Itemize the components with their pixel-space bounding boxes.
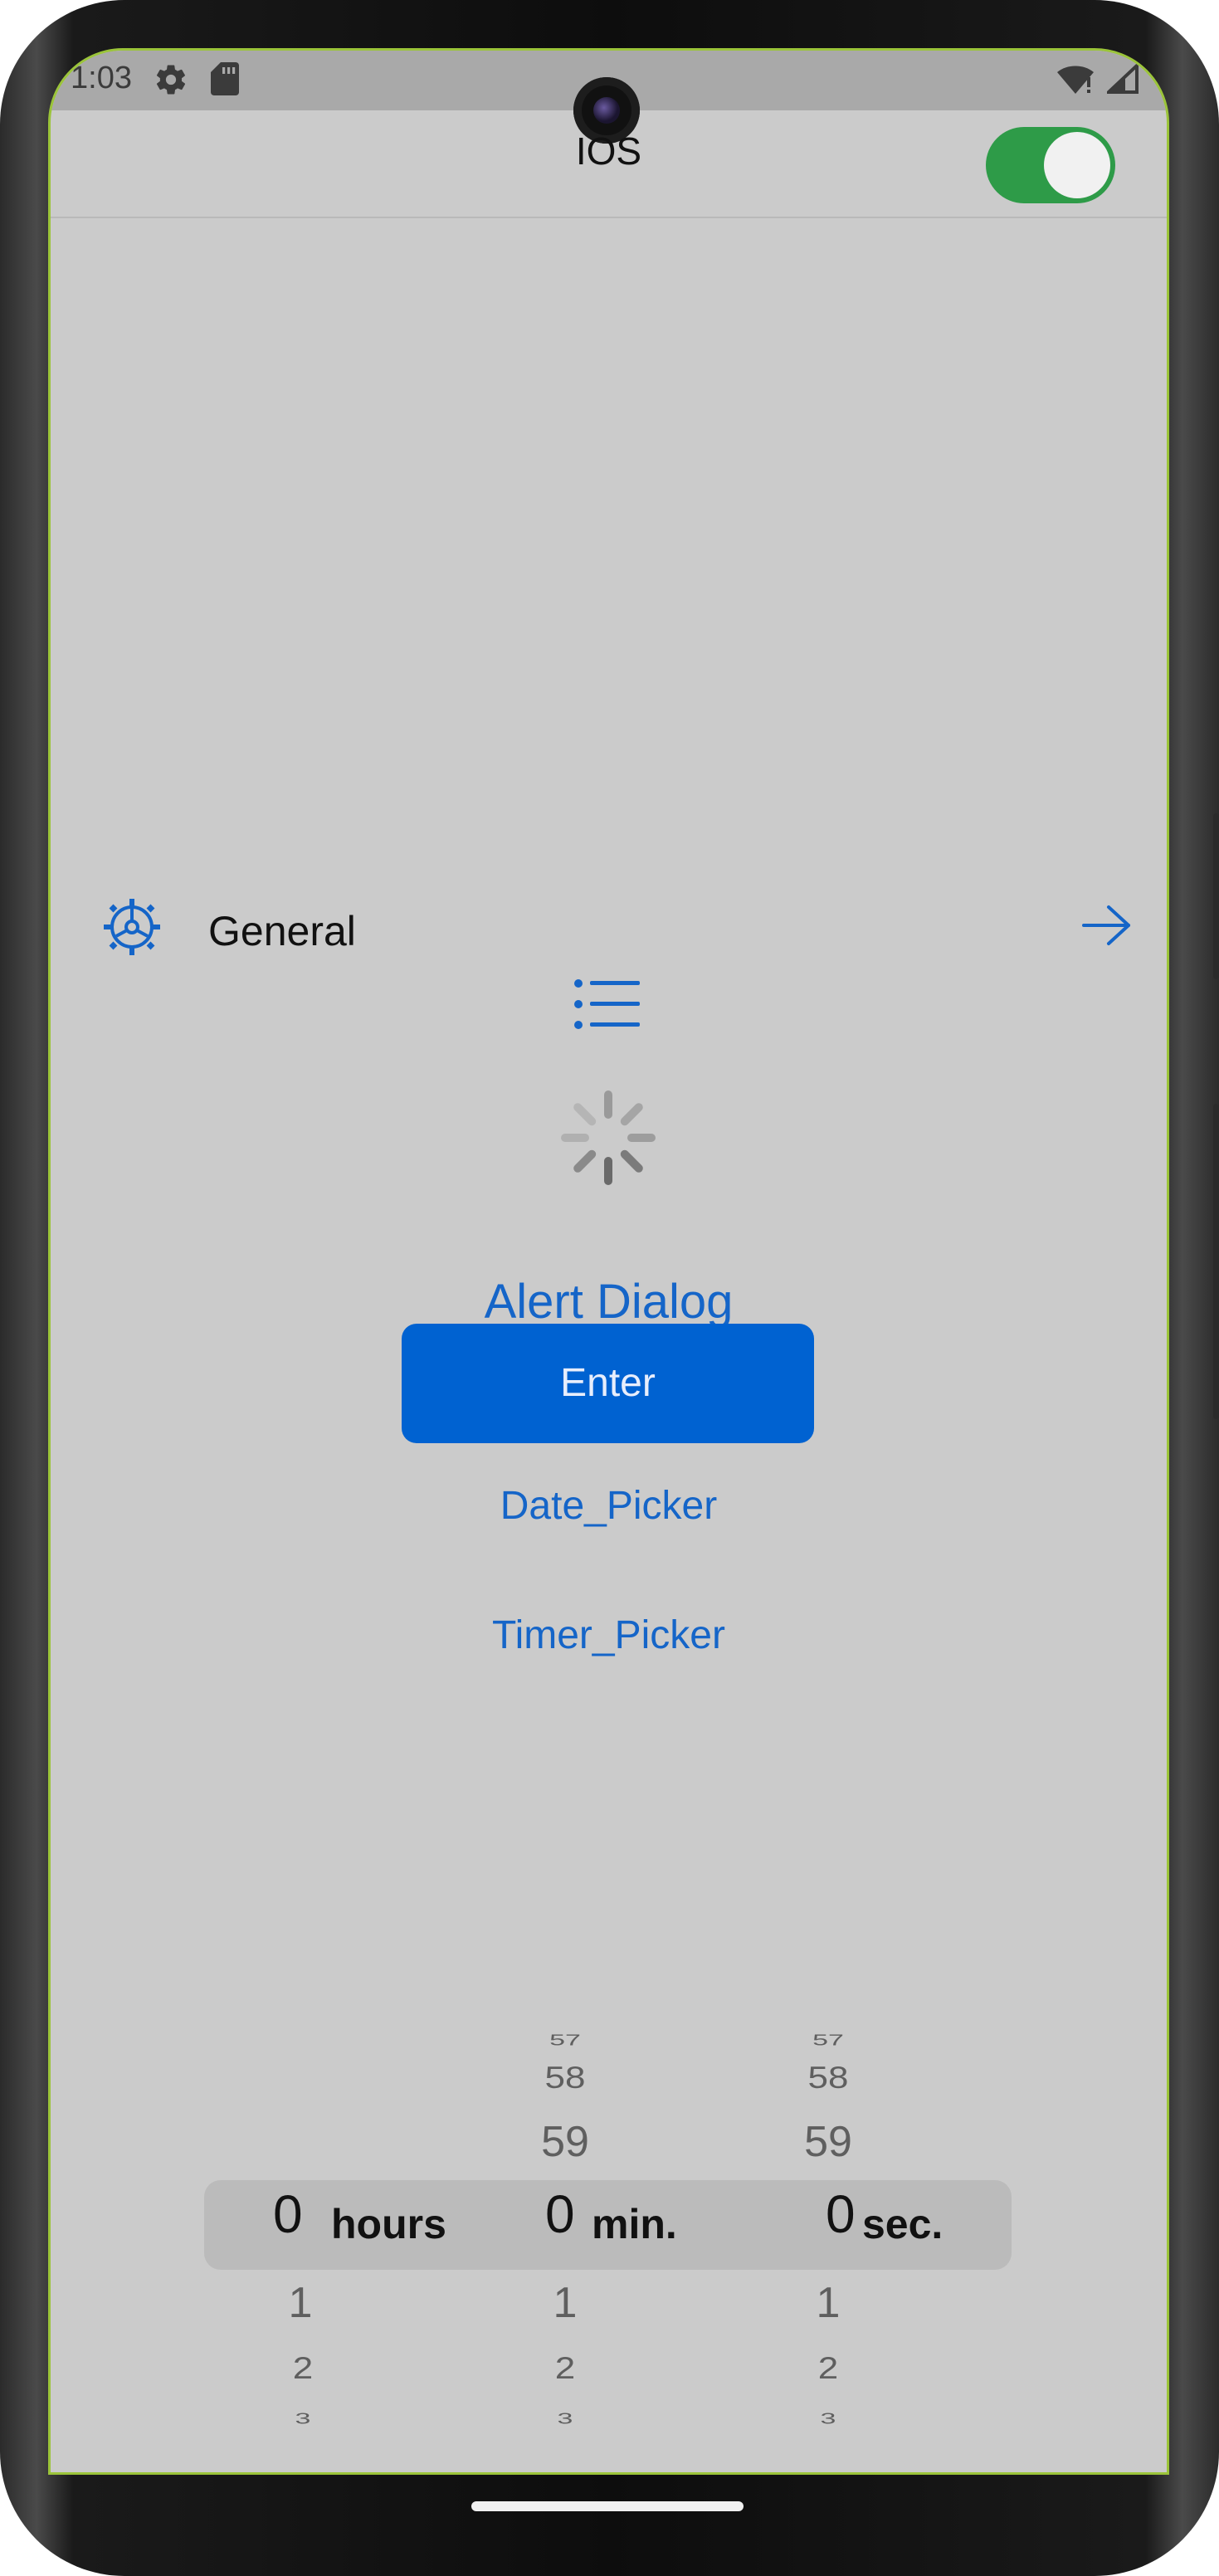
minutes-next-2: 2 bbox=[554, 2350, 576, 2386]
seconds-prev-1: 59 bbox=[804, 2118, 852, 2166]
alert-dialog-title[interactable]: Alert Dialog bbox=[51, 1274, 1167, 1329]
seconds-unit-label: sec. bbox=[862, 2201, 944, 2247]
arrow-right-icon bbox=[1080, 902, 1134, 953]
seconds-prev-3: 57 bbox=[812, 2031, 844, 2049]
activity-spinner-icon bbox=[558, 1088, 658, 1192]
minutes-next-1: 1 bbox=[553, 2279, 578, 2327]
minutes-prev-2: 58 bbox=[544, 2060, 586, 2095]
phone-frame: 1:03 IOS General Alert Dialog Enter Date… bbox=[0, 0, 1219, 2576]
enter-button[interactable]: Enter bbox=[402, 1324, 814, 1443]
seconds-next-3: 3 bbox=[820, 2409, 836, 2427]
sd-card-icon bbox=[211, 62, 239, 100]
date-picker-link[interactable]: Date_Picker bbox=[51, 1483, 1167, 1529]
power-button bbox=[1213, 813, 1219, 979]
wifi-icon bbox=[1057, 66, 1094, 98]
hours-next-3: 3 bbox=[295, 2409, 311, 2427]
general-list-tile[interactable]: General bbox=[51, 872, 1167, 980]
seconds-prev-2: 58 bbox=[807, 2060, 849, 2095]
seconds-next-1: 1 bbox=[816, 2279, 841, 2327]
hours-selected-value: 0 bbox=[273, 2184, 303, 2244]
volume-button bbox=[1213, 1104, 1219, 1419]
seconds-selected-value: 0 bbox=[826, 2184, 856, 2244]
hours-next-2: 2 bbox=[292, 2350, 314, 2386]
timer-picker-link[interactable]: Timer_Picker bbox=[51, 1612, 1167, 1658]
minutes-unit-label: min. bbox=[592, 2201, 677, 2247]
minutes-next-3: 3 bbox=[557, 2409, 573, 2427]
hours-next-1: 1 bbox=[288, 2279, 313, 2327]
toggle-knob bbox=[1044, 132, 1110, 198]
screen: 1:03 IOS General Alert Dialog Enter Date… bbox=[48, 48, 1169, 2475]
status-time: 1:03 bbox=[71, 61, 132, 95]
gear-icon bbox=[154, 62, 188, 101]
minutes-prev-3: 57 bbox=[549, 2031, 581, 2049]
gear-icon bbox=[102, 897, 162, 961]
hours-unit-label: hours bbox=[331, 2201, 446, 2247]
seconds-next-2: 2 bbox=[817, 2350, 839, 2386]
platform-toggle[interactable] bbox=[986, 127, 1115, 203]
home-indicator[interactable] bbox=[471, 2501, 744, 2511]
list-icon[interactable] bbox=[573, 978, 641, 1034]
general-label: General bbox=[208, 908, 356, 954]
signal-icon bbox=[1104, 61, 1139, 98]
minutes-selected-value: 0 bbox=[545, 2184, 575, 2244]
minutes-prev-1: 59 bbox=[541, 2118, 589, 2166]
